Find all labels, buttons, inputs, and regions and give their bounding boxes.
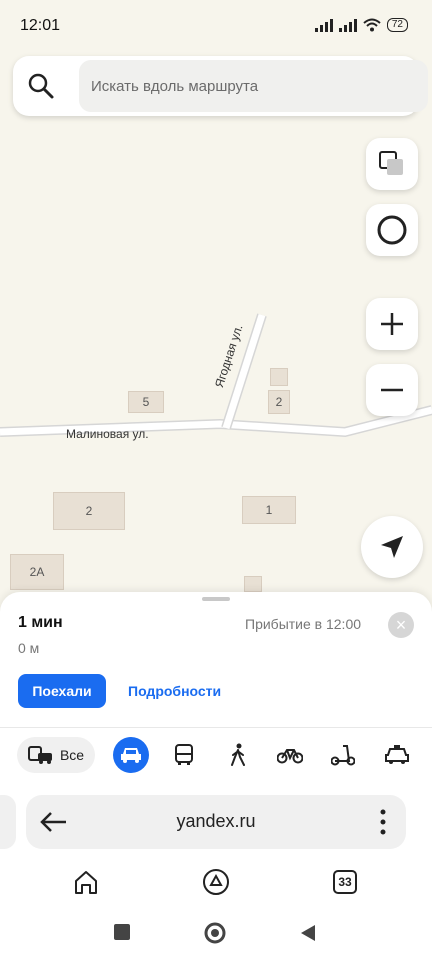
system-home-button[interactable]	[204, 922, 226, 944]
my-location-button[interactable]	[361, 516, 423, 578]
status-time: 12:01	[20, 17, 61, 34]
status-icons: 72	[314, 18, 408, 32]
building-small	[270, 368, 288, 386]
mode-car-button[interactable]	[113, 737, 149, 773]
zoom-out-button[interactable]	[366, 364, 418, 416]
all-transport-icon	[27, 746, 52, 764]
drag-handle[interactable]	[202, 597, 230, 601]
url-text[interactable]: yandex.ru	[26, 811, 406, 832]
tab-count: 33	[333, 870, 357, 894]
building-1: 1	[242, 496, 296, 524]
details-link[interactable]: Подробности	[128, 683, 221, 699]
mode-bus-button[interactable]	[168, 737, 200, 773]
divider	[0, 727, 432, 728]
layers-button[interactable]	[366, 138, 418, 190]
bicycle-icon	[277, 749, 303, 764]
zoom-in-button[interactable]	[366, 298, 418, 350]
close-icon: ×	[395, 615, 407, 635]
route-distance: 0 м	[18, 640, 40, 656]
building-2a: 2А	[10, 554, 64, 590]
address-bar[interactable]: yandex.ru	[26, 795, 406, 849]
system-back-button[interactable]	[300, 924, 316, 942]
plus-icon	[381, 313, 403, 335]
alice-button[interactable]	[366, 204, 418, 256]
transport-modes: Все	[0, 734, 432, 778]
close-button[interactable]: ×	[388, 612, 414, 638]
battery-indicator: 72	[386, 18, 408, 32]
mode-all-button[interactable]: Все	[17, 737, 95, 773]
building-2-top: 2	[268, 390, 290, 414]
mode-walk-button[interactable]	[222, 737, 254, 773]
recents-button[interactable]	[114, 924, 130, 940]
route-duration: 1 мин	[18, 614, 63, 631]
taxi-icon	[385, 745, 409, 764]
more-menu-icon[interactable]	[380, 809, 386, 835]
scooter-icon	[331, 745, 355, 766]
signal-icon-2	[338, 18, 357, 32]
building-2: 2	[53, 492, 125, 530]
signal-icon	[314, 18, 333, 32]
tabs-button[interactable]: 33	[329, 866, 361, 898]
alice-icon	[203, 869, 229, 895]
minus-icon	[381, 388, 403, 392]
previous-tab-stub[interactable]	[0, 795, 16, 849]
building-small-bottom	[244, 576, 262, 592]
arrival-time: Прибытие в 12:00	[245, 616, 362, 632]
mode-all-label: Все	[59, 747, 85, 763]
go-button[interactable]: Поехали	[18, 674, 106, 708]
search-bar: Искать вдоль маршрута	[13, 56, 428, 116]
location-arrow-icon	[381, 536, 403, 558]
wifi-icon	[363, 18, 381, 32]
alice-nav-button[interactable]	[200, 866, 232, 898]
pedestrian-icon	[231, 743, 245, 766]
mode-scooter-button[interactable]	[327, 737, 359, 773]
home-icon	[75, 871, 97, 894]
alice-icon	[377, 215, 407, 245]
street-label-malinovaya: Малиновая ул.	[66, 427, 149, 441]
mode-bike-button[interactable]	[274, 737, 306, 773]
mode-taxi-button[interactable]	[381, 737, 413, 773]
home-button[interactable]	[70, 866, 102, 898]
search-input[interactable]: Искать вдоль маршрута	[79, 60, 428, 112]
car-icon	[121, 748, 141, 763]
building-5: 5	[128, 391, 164, 413]
route-card: 1 мин 0 м Прибытие в 12:00 × Поехали Под…	[0, 592, 432, 792]
bus-icon	[175, 744, 193, 765]
browser-toolbar: yandex.ru 33	[0, 784, 432, 960]
layers-icon	[379, 151, 403, 175]
search-icon[interactable]	[25, 70, 57, 102]
